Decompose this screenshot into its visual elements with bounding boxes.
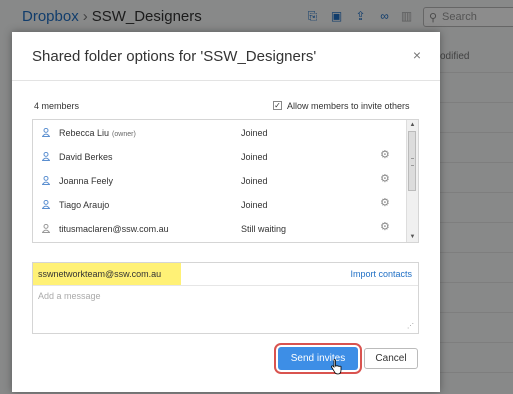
- member-row: Joanna Feely Joined ⚙: [33, 168, 408, 192]
- user-icon: [42, 176, 50, 185]
- member-list: Rebecca Liu (owner) Joined David Berkes J…: [32, 119, 419, 243]
- member-name: Rebecca Liu (owner): [59, 128, 136, 138]
- member-list-scrollbar[interactable]: ▲ ▼: [406, 120, 418, 242]
- member-name: Joanna Feely: [59, 176, 114, 186]
- member-status: Still waiting: [241, 224, 287, 234]
- resize-grip-icon[interactable]: ⋰: [407, 322, 414, 330]
- shared-folder-options-dialog: Shared folder options for 'SSW_Designers…: [12, 32, 440, 392]
- import-contacts-link[interactable]: Import contacts: [350, 269, 412, 279]
- member-status: Joined: [241, 176, 268, 186]
- member-row: titusmaclaren@ssw.com.au Still waiting ⚙: [33, 216, 408, 240]
- user-icon: [42, 152, 50, 161]
- scroll-thumb[interactable]: [408, 131, 416, 191]
- member-row: Rebecca Liu (owner) Joined: [33, 120, 408, 144]
- member-status: Joined: [241, 128, 268, 138]
- hand-cursor-icon: [331, 359, 342, 375]
- member-status: Joined: [241, 200, 268, 210]
- user-icon: [42, 128, 50, 137]
- member-name: Tiago Araujo: [59, 200, 110, 210]
- member-row: David Berkes Joined ⚙: [33, 144, 408, 168]
- user-icon: [42, 200, 50, 209]
- message-placeholder: Add a message: [38, 291, 101, 301]
- gear-icon[interactable]: ⚙: [380, 150, 391, 161]
- cancel-button[interactable]: Cancel: [364, 348, 418, 369]
- invite-email-field[interactable]: sswnetworkteam@ssw.com.au: [33, 263, 181, 285]
- invite-form: sswnetworkteam@ssw.com.au Import contact…: [32, 262, 419, 334]
- member-row: Tiago Araujo Joined ⚙: [33, 192, 408, 216]
- member-status: Joined: [241, 152, 268, 162]
- allow-invite-checkbox[interactable]: ✓: [273, 101, 282, 110]
- gear-icon[interactable]: ⚙: [380, 222, 391, 233]
- message-field[interactable]: Add a message: [33, 285, 418, 333]
- close-icon[interactable]: ×: [410, 47, 424, 63]
- member-name: David Berkes: [59, 152, 113, 162]
- gear-icon[interactable]: ⚙: [380, 198, 391, 209]
- member-count: 4 members: [34, 101, 80, 111]
- invite-email-row: sswnetworkteam@ssw.com.au Import contact…: [33, 263, 418, 286]
- user-icon: [42, 224, 50, 233]
- grip-icon: [411, 158, 414, 166]
- title-divider: [12, 80, 440, 81]
- send-invites-button[interactable]: Send invites: [274, 343, 362, 374]
- gear-icon[interactable]: ⚙: [380, 174, 391, 185]
- member-name: titusmaclaren@ssw.com.au: [59, 224, 169, 234]
- scroll-up-arrow-icon[interactable]: ▲: [407, 120, 418, 130]
- scroll-down-arrow-icon[interactable]: ▼: [407, 232, 418, 242]
- dialog-title: Shared folder options for 'SSW_Designers…: [32, 48, 317, 65]
- owner-tag: (owner): [112, 131, 136, 138]
- allow-invite-label[interactable]: Allow members to invite others: [287, 101, 410, 111]
